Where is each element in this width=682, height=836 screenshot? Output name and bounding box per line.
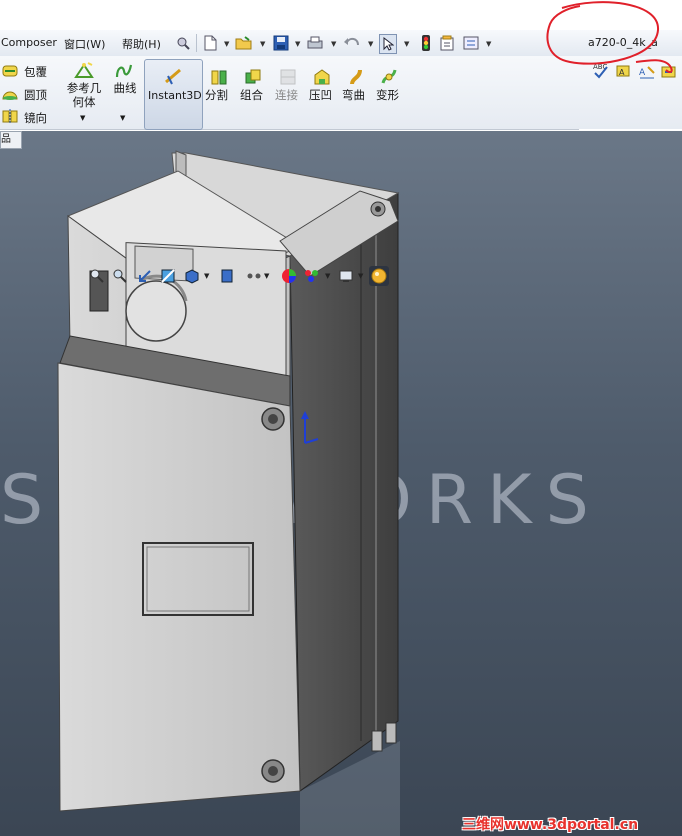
instant3d-icon — [164, 68, 184, 89]
site-watermark: 三维网www.3dportal.cn — [462, 817, 639, 833]
flex-icon[interactable] — [347, 68, 365, 89]
hide-show-items-icon[interactable] — [246, 270, 262, 285]
connect-button[interactable]: 连接 — [275, 87, 298, 103]
wrap-button[interactable]: 包覆 — [24, 64, 47, 80]
curves-button[interactable]: 曲线 — [110, 80, 140, 96]
toolbar-separator — [196, 34, 197, 52]
split-button[interactable]: 分割 — [205, 87, 228, 103]
reference-geometry-button[interactable]: 参考几 何体 — [64, 80, 104, 110]
wrap-icon[interactable] — [2, 63, 18, 81]
indent-icon[interactable] — [313, 68, 331, 89]
zoom-to-area-icon[interactable] — [113, 269, 127, 286]
open-folder-icon[interactable] — [235, 34, 253, 52]
menu-help[interactable]: 帮助(H) — [122, 36, 161, 52]
flex-button[interactable]: 弯曲 — [342, 87, 365, 103]
feature-tree-tab[interactable]: 品 — [0, 131, 22, 149]
new-dropdown-arrow[interactable]: ▼ — [224, 40, 229, 48]
save-icon[interactable] — [272, 34, 290, 52]
view-settings-icon[interactable] — [338, 268, 354, 287]
options-dropdown-arrow[interactable]: ▼ — [486, 40, 491, 48]
select-pointer-icon[interactable] — [379, 34, 397, 54]
deform-button[interactable]: 变形 — [376, 87, 399, 103]
mirror-button[interactable]: 镜向 — [24, 110, 47, 126]
apply-scene-icon[interactable] — [303, 268, 321, 287]
curves-dropdown-arrow[interactable]: ▼ — [120, 114, 125, 122]
reference-geometry-label-2: 何体 — [72, 95, 96, 109]
hide-show-arrow[interactable]: ▼ — [264, 272, 269, 280]
view-orientation-arrow[interactable]: ▼ — [204, 272, 209, 280]
graphics-viewport[interactable]: SOLIDWORKS — [0, 131, 682, 836]
dome-button[interactable]: 圆顶 — [24, 87, 47, 103]
view-settings-arrow[interactable]: ▼ — [358, 272, 363, 280]
menu-composer[interactable]: Composer — [1, 36, 57, 49]
undo-dropdown-arrow[interactable]: ▼ — [368, 40, 373, 48]
combine-button[interactable]: 组合 — [240, 87, 263, 103]
indent-button[interactable]: 压凹 — [309, 87, 332, 103]
rebuild-traffic-light-icon[interactable] — [417, 34, 435, 52]
print-dropdown-arrow[interactable]: ▼ — [331, 40, 336, 48]
deform-icon[interactable] — [380, 68, 398, 89]
edit-appearance-icon[interactable] — [281, 268, 297, 287]
print-icon[interactable] — [306, 34, 324, 52]
part-model[interactable] — [0, 131, 682, 836]
instant3d-label: Instant3D — [148, 89, 202, 102]
display-style-icon[interactable] — [219, 268, 235, 287]
connect-icon[interactable] — [279, 68, 297, 89]
select-dropdown-arrow[interactable]: ▼ — [404, 40, 409, 48]
save-dropdown-arrow[interactable]: ▼ — [295, 40, 300, 48]
mirror-icon[interactable] — [2, 109, 18, 127]
options-icon[interactable] — [462, 34, 480, 52]
open-dropdown-arrow[interactable]: ▼ — [260, 40, 265, 48]
dome-icon[interactable] — [2, 86, 18, 104]
menu-window[interactable]: 窗口(W) — [64, 36, 105, 52]
pin-icon[interactable] — [174, 34, 192, 52]
annotation-circle — [546, 1, 673, 74]
file-properties-icon[interactable] — [438, 34, 456, 52]
previous-view-icon[interactable] — [138, 269, 152, 286]
instant3d-button[interactable]: Instant3D — [144, 59, 203, 130]
realview-button[interactable] — [369, 266, 389, 286]
apply-scene-arrow[interactable]: ▼ — [325, 272, 330, 280]
reference-geometry-dropdown-arrow[interactable]: ▼ — [80, 114, 85, 122]
section-view-icon[interactable] — [160, 268, 176, 287]
view-orientation-icon[interactable] — [184, 268, 200, 287]
new-document-icon[interactable] — [201, 34, 219, 52]
combine-icon[interactable] — [244, 68, 262, 89]
split-icon[interactable] — [210, 68, 228, 89]
undo-icon[interactable] — [343, 34, 361, 52]
zoom-to-fit-icon[interactable] — [90, 269, 104, 286]
